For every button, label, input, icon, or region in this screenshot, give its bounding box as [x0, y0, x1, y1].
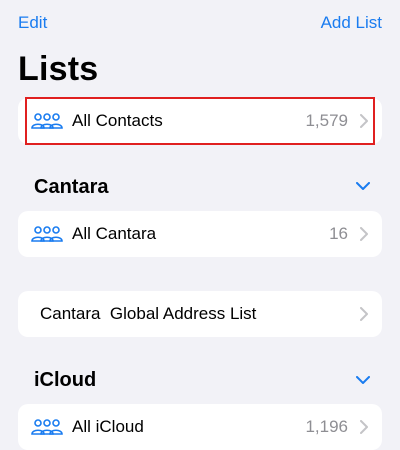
list-item-all-contacts[interactable]: All Contacts 1,579: [18, 98, 382, 144]
list-item-count: 1,196: [305, 417, 348, 436]
chevron-down-icon[interactable]: [356, 182, 370, 191]
people-group-icon: [31, 226, 63, 242]
people-group-icon: [31, 113, 63, 129]
list-item-label: Cantara Global Address List: [40, 304, 257, 323]
list-item-count: 16: [329, 224, 348, 243]
list-item-count: 1,579: [305, 111, 348, 130]
chevron-down-icon[interactable]: [356, 376, 370, 385]
list-item-label: All Contacts: [72, 111, 163, 130]
people-group-icon: [31, 419, 63, 435]
chevron-right-icon: [360, 307, 368, 321]
contacts-lists-screen: Edit Add List Lists All Contacts 1,579 C…: [0, 0, 400, 450]
list-item-all-cantara[interactable]: All Cantara 16: [18, 211, 382, 257]
list-item-all-icloud[interactable]: All iCloud 1,196: [18, 404, 382, 450]
section-header-icloud: iCloud: [34, 369, 97, 391]
list-item-label: All Cantara: [72, 224, 157, 243]
chevron-right-icon: [360, 227, 368, 241]
add-list-button[interactable]: Add List: [321, 12, 382, 34]
list-item-cantara-global-address-list[interactable]: Cantara Global Address List: [18, 291, 382, 337]
edit-button[interactable]: Edit: [18, 12, 47, 34]
section-header-cantara: Cantara: [34, 176, 109, 198]
list-item-label: All iCloud: [72, 417, 144, 436]
chevron-right-icon: [360, 420, 368, 434]
chevron-right-icon: [360, 114, 368, 128]
page-title: Lists: [18, 50, 99, 88]
